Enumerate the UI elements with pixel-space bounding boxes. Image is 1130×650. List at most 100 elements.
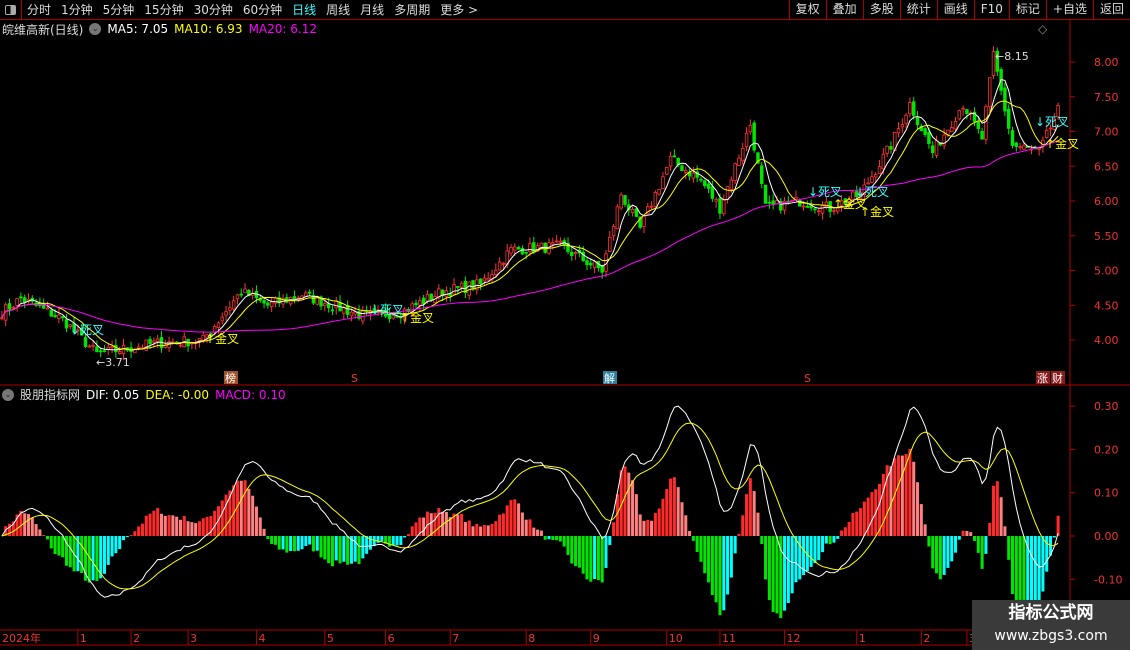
macd-bar — [34, 524, 38, 536]
macd-bar — [760, 536, 764, 544]
candle-body — [418, 300, 422, 306]
candle-body — [262, 300, 266, 304]
price-label: 6.50 — [1094, 160, 1119, 173]
macd-bar — [995, 481, 999, 536]
event-marker: S — [804, 372, 811, 385]
candle-body — [239, 293, 243, 296]
macd-bar — [254, 506, 258, 536]
candle-body — [642, 215, 646, 227]
macd-bar — [513, 499, 517, 536]
candle-body — [661, 176, 665, 190]
price-label: 4.50 — [1094, 299, 1119, 312]
month-label: 10 — [669, 632, 683, 645]
macd-bar — [737, 533, 741, 536]
candle-body — [984, 106, 988, 140]
candle-body — [1022, 145, 1026, 150]
candle-body — [494, 269, 498, 276]
macd-bar — [840, 530, 844, 536]
macd-bar — [1052, 536, 1056, 538]
month-label: 4 — [258, 632, 265, 645]
ma5-line — [1, 78, 1059, 351]
macd-bar — [197, 521, 201, 536]
macd-bar — [1003, 526, 1007, 536]
macd-bar — [859, 508, 863, 536]
macd-bar — [311, 536, 315, 552]
macd-bar — [608, 536, 612, 546]
event-marker: 榜 — [225, 371, 236, 385]
candle-body — [748, 124, 753, 133]
macd-bar — [634, 494, 638, 536]
candle-body — [649, 205, 654, 208]
macd-bar — [988, 522, 992, 536]
macd-bar — [589, 536, 593, 582]
candle-body — [456, 286, 460, 288]
macd-bar — [429, 513, 433, 536]
month-label: 8 — [528, 632, 535, 645]
ma10-line — [1, 100, 1059, 351]
macd-bar — [482, 524, 486, 536]
kline-chart[interactable]: 8.00 7.50 7.00 6.50 6.00 5.50 5.00 4.50 4.00 0.30… — [0, 0, 1130, 650]
macd-bar — [315, 536, 319, 551]
year-label: 2024年 — [2, 631, 41, 645]
macd-bar — [600, 536, 604, 583]
macd-bar — [330, 536, 334, 567]
macd-bar — [532, 527, 536, 536]
candle-body — [718, 198, 722, 214]
macd-bar — [558, 536, 562, 542]
macd-bar — [661, 498, 665, 536]
macd-label: 0.30 — [1094, 400, 1119, 413]
macd-bar — [148, 513, 152, 536]
candle-body — [266, 302, 270, 306]
macd-bar — [916, 482, 920, 536]
macd-bar — [346, 536, 350, 565]
candle-body — [1010, 130, 1015, 146]
candle-body — [197, 338, 202, 342]
macd-bar — [437, 508, 441, 536]
candle-body — [965, 109, 969, 115]
macd-bar — [566, 536, 570, 555]
macd-bar — [786, 536, 790, 604]
macd-bar — [125, 536, 129, 538]
price-label: 7.50 — [1094, 91, 1119, 104]
candle-body — [98, 350, 103, 353]
candle-body — [155, 338, 160, 342]
macd-bar — [129, 535, 133, 536]
macd-bar — [1010, 536, 1015, 595]
macd-bar — [950, 536, 954, 562]
macd-bar — [167, 515, 171, 536]
macd-bar — [551, 536, 555, 541]
macd-bar — [726, 536, 730, 595]
macd-bar — [186, 521, 190, 536]
macd-bar — [406, 534, 410, 536]
candle-body — [934, 140, 939, 156]
macd-bar — [650, 520, 654, 536]
candle-body — [930, 145, 935, 153]
candle-body — [0, 317, 4, 320]
candle-body — [623, 195, 627, 205]
month-label: 2 — [133, 632, 140, 645]
macd-bar — [266, 536, 270, 540]
macd-bar — [498, 514, 502, 536]
candle-body — [763, 184, 768, 204]
candle-body — [273, 297, 278, 304]
macd-bar — [95, 536, 99, 582]
macd-bar — [972, 536, 977, 541]
macd-bar — [752, 491, 756, 536]
macd-bar — [881, 473, 885, 536]
macd-bar — [68, 536, 72, 568]
candle-body — [741, 147, 745, 162]
macd-bar — [775, 536, 779, 614]
candle-body — [946, 129, 950, 135]
macd-bar — [292, 536, 296, 552]
candle-body — [980, 130, 984, 140]
candle-body — [1006, 108, 1011, 129]
macd-bar — [980, 536, 984, 569]
macd-bar — [938, 536, 942, 580]
candle-body — [653, 192, 658, 207]
price-label: 7.00 — [1094, 126, 1119, 139]
macd-bar — [627, 472, 631, 536]
macd-bar — [277, 536, 281, 550]
candle-body — [589, 262, 593, 266]
macd-bar — [380, 536, 384, 542]
candle-body — [19, 296, 23, 299]
